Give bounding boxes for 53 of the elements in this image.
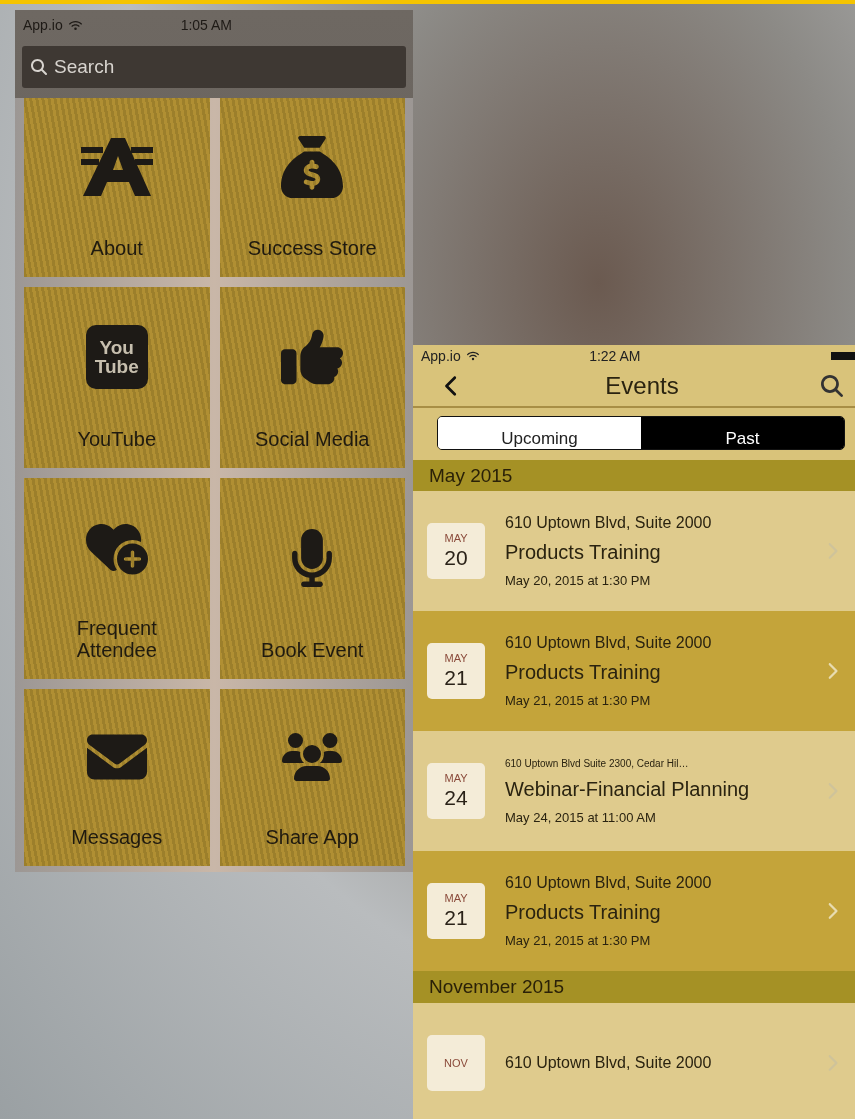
- event-datetime: May 21, 2015 at 1:30 PM: [505, 933, 652, 949]
- event-title: Webinar-Financial Planning: [505, 777, 751, 801]
- day-number: 20: [444, 546, 468, 571]
- menu-tile[interactable]: Social Media: [219, 287, 405, 468]
- event-address: 610 Uptown Blvd, Suite 2000: [505, 1054, 713, 1072]
- month-label: MAY: [444, 772, 468, 785]
- event-row[interactable]: MAY 20 610 Uptown Blvd, Suite 2000 Products Training May 20, 2015 at 1:30 PM: [413, 491, 855, 612]
- event-address: 610 Uptown Blvd, Suite 2000: [505, 634, 713, 653]
- wifi-icon: [68, 18, 82, 32]
- screen-title: Events: [604, 372, 680, 401]
- menu-tile[interactable]: Frequent Attendee: [24, 478, 210, 679]
- event-title: Products Training: [505, 901, 662, 925]
- segment-tab[interactable]: Upcoming: [438, 417, 641, 449]
- menu-tile[interactable]: Success Store: [219, 98, 405, 277]
- month-label: MAY: [444, 652, 468, 665]
- event-address: 610 Uptown Blvd, Suite 2000: [505, 514, 713, 533]
- search-icon[interactable]: [821, 375, 843, 398]
- segment-tab[interactable]: Past: [641, 417, 844, 449]
- event-datetime: May 24, 2015 at 11:00 AM: [505, 809, 657, 825]
- striped-logo-icon: [80, 135, 153, 198]
- event-address: 610 Uptown Blvd, Suite 2000: [505, 874, 713, 893]
- month-label: MAY: [444, 532, 468, 545]
- event-row[interactable]: NOV 610 Uptown Blvd, Suite 2000: [413, 1003, 855, 1119]
- day-number: 21: [444, 906, 468, 931]
- battery-icon: [831, 351, 855, 360]
- event-datetime: May 20, 2015 at 1:30 PM: [505, 573, 652, 589]
- search-field[interactable]: Search: [22, 46, 406, 88]
- menu-tile[interactable]: About: [24, 98, 210, 277]
- event-title: Products Training: [505, 661, 662, 685]
- day-number: 21: [444, 666, 468, 691]
- logo-badge: You Tube: [85, 324, 148, 389]
- menu-tile[interactable]: You Tube YouTube: [24, 287, 210, 468]
- month-label: MAY: [444, 892, 468, 905]
- clock-time: 1:22 AM: [588, 347, 642, 364]
- wifi-icon: [466, 349, 479, 362]
- section-header: May 2015: [413, 459, 855, 492]
- day-number: 24: [444, 786, 468, 811]
- search-icon: [31, 59, 47, 75]
- event-row[interactable]: MAY 21 610 Uptown Blvd, Suite 2000 Products Training May 21, 2015 at 1:30 PM: [413, 611, 855, 732]
- event-datetime: May 21, 2015 at 1:30 PM: [505, 693, 652, 709]
- event-row[interactable]: MAY 24 610 Uptown Blvd Suite 2300, Cedar Hil… Webinar-Financial Planning May 24, 2015 at 11:00 AM: [413, 731, 855, 852]
- event-row[interactable]: MAY 21 610 Uptown Blvd, Suite 2000 Products Training May 21, 2015 at 1:30 PM: [413, 851, 855, 972]
- menu-tile[interactable]: Book Event: [219, 478, 405, 679]
- month-label: NOV: [444, 1057, 468, 1069]
- carrier-name: App.io: [23, 17, 63, 33]
- event-address: 610 Uptown Blvd Suite 2300, Cedar Hil…: [505, 757, 690, 769]
- menu-tile[interactable]: Messages: [24, 689, 210, 866]
- event-title: Products Training: [505, 541, 662, 565]
- clock-time: 1:05 AM: [179, 17, 234, 33]
- money-bag-icon: [281, 135, 344, 198]
- section-header: November 2015: [413, 971, 855, 1003]
- carrier-name: App.io: [421, 347, 461, 364]
- menu-tile[interactable]: Share App: [219, 689, 405, 866]
